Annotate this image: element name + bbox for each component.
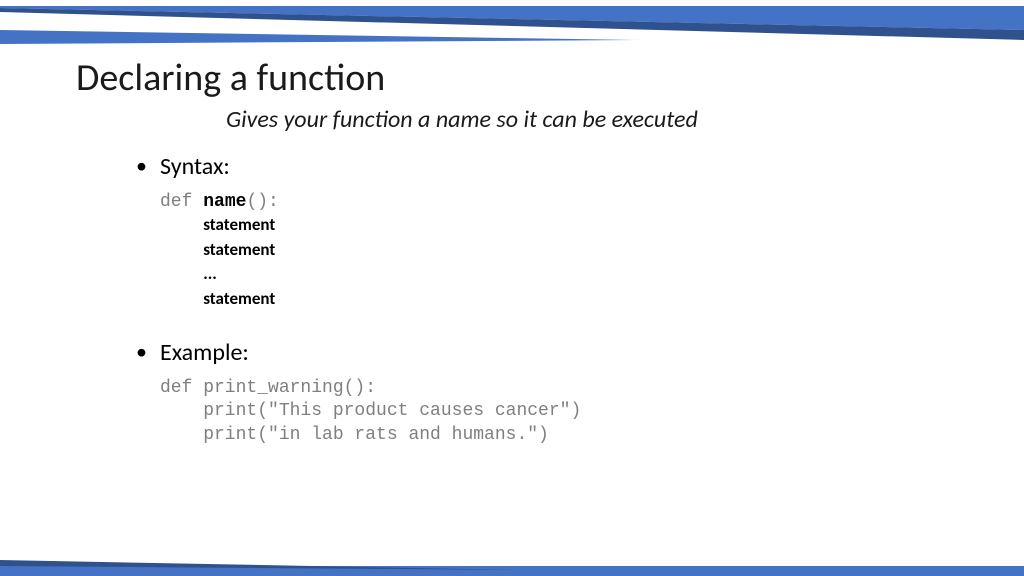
bullet-list: Syntax: def name(): statement statement … xyxy=(160,152,964,447)
bullet-example: Example: def print_warning(): print("Thi… xyxy=(160,338,964,447)
bullet-label: Example: xyxy=(160,338,964,367)
code-line: def print_warning(): xyxy=(160,378,376,398)
syntax-parens: (): xyxy=(246,192,278,212)
code-line: print("This product causes cancer") xyxy=(160,401,581,421)
bullet-label: Syntax: xyxy=(160,152,964,181)
slide-title: Declaring a function xyxy=(76,55,964,101)
slide-subtitle: Gives your function a name so it can be … xyxy=(226,105,964,134)
syntax-name: name xyxy=(203,192,246,212)
top-decorative-band xyxy=(0,0,1024,48)
syntax-code: def name(): statement statement ... stat… xyxy=(160,191,964,312)
example-code: def print_warning(): print("This product… xyxy=(160,377,964,447)
syntax-stmt: statement xyxy=(203,214,275,235)
syntax-stmt: statement xyxy=(203,288,275,309)
syntax-dots: ... xyxy=(203,263,217,284)
syntax-stmt: statement xyxy=(203,239,275,260)
bullet-syntax: Syntax: def name(): statement statement … xyxy=(160,152,964,312)
keyword-def: def xyxy=(160,192,203,212)
code-line: print("in lab rats and humans.") xyxy=(160,425,549,445)
slide-content: Declaring a function Gives your function… xyxy=(76,55,964,473)
bottom-decorative-band xyxy=(0,560,1024,576)
